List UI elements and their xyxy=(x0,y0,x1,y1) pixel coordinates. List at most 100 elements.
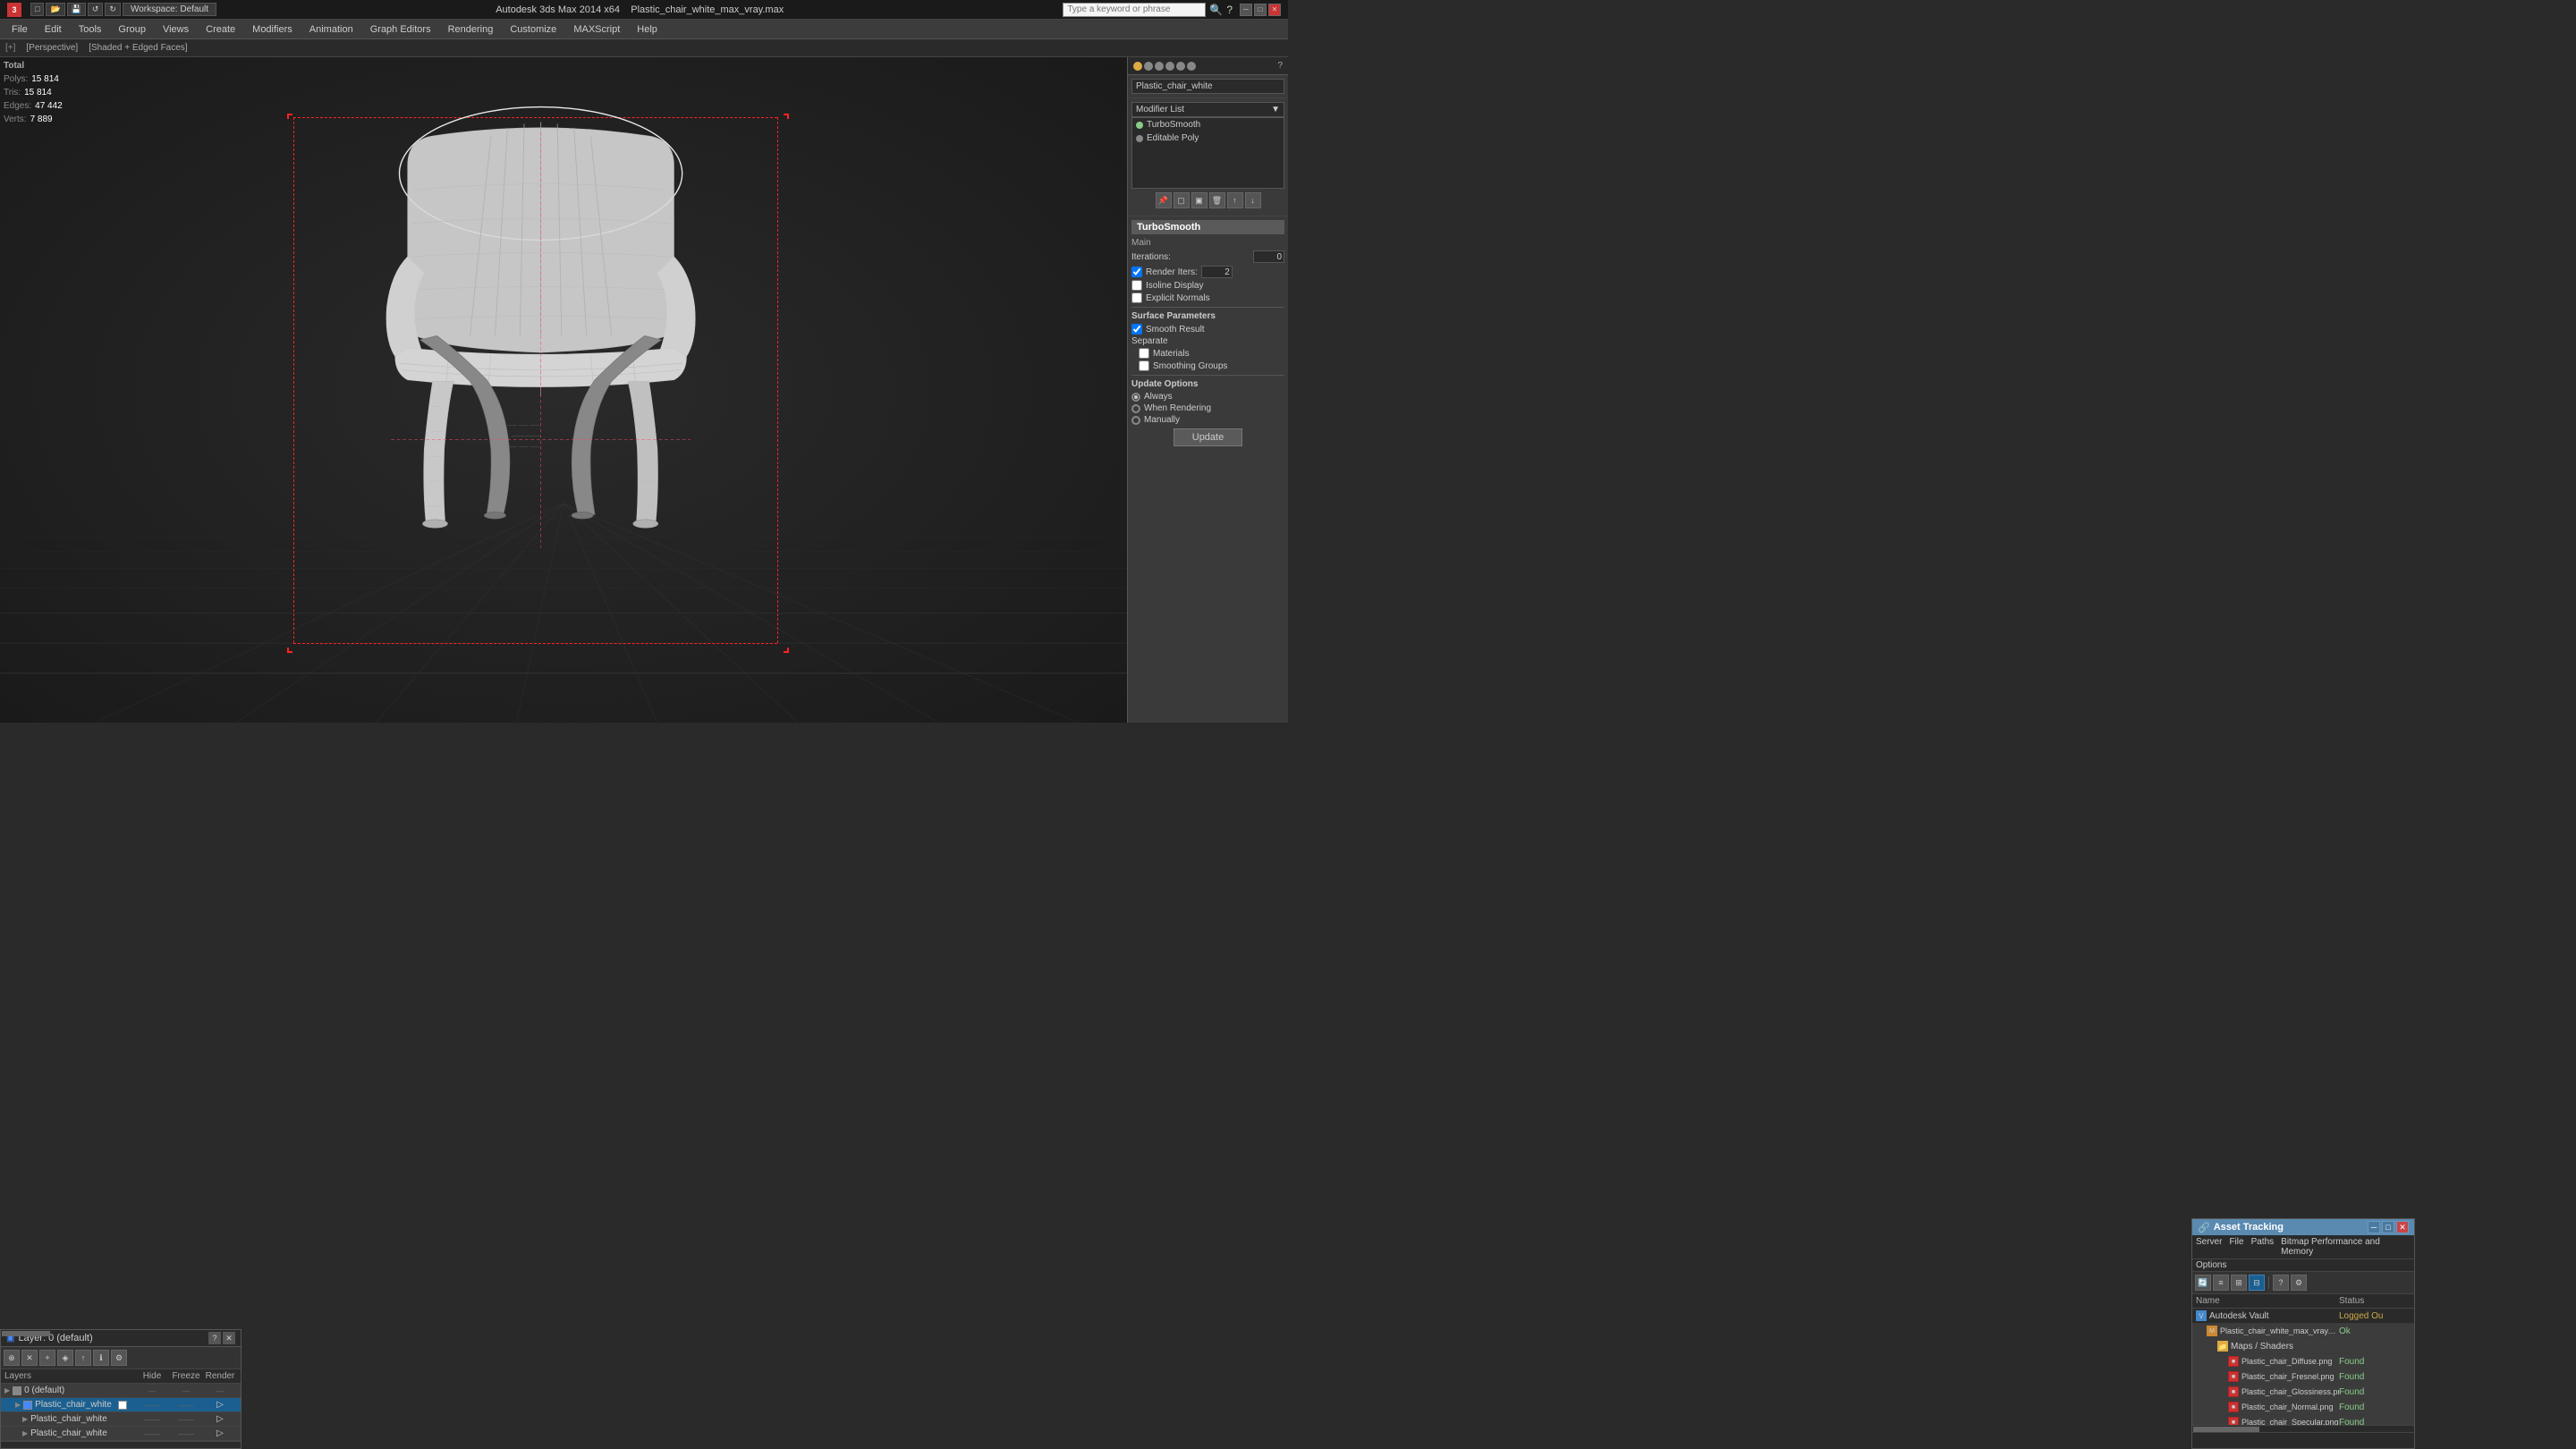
layer-row-1-freeze[interactable]: —— xyxy=(169,1401,203,1410)
modifier-editable-poly[interactable]: Editable Poly xyxy=(1132,131,1284,145)
ts-always-radio[interactable] xyxy=(1131,393,1140,402)
asset-tb-list[interactable]: ≡ xyxy=(2213,1275,2229,1291)
maximize-button[interactable]: □ xyxy=(1254,4,1267,16)
menu-maxscript[interactable]: MAXScript xyxy=(565,21,628,38)
ts-isoline-checkbox[interactable] xyxy=(1131,280,1142,291)
asset-tb-help[interactable]: ? xyxy=(2273,1275,2289,1291)
layer-row-2-hide[interactable]: —— xyxy=(135,1415,169,1424)
ts-smooth-result-checkbox[interactable] xyxy=(1131,324,1142,335)
modifier-show-btn[interactable]: ▢ xyxy=(1174,192,1190,208)
minimize-button[interactable]: ─ xyxy=(1240,4,1252,16)
asset-row-vault[interactable]: V Autodesk Vault Logged Ou xyxy=(2192,1309,2414,1324)
menu-views[interactable]: Views xyxy=(155,21,197,38)
layer-row-3-freeze[interactable]: —— xyxy=(169,1429,203,1438)
asset-panel-maximize[interactable]: □ xyxy=(2382,1221,2394,1233)
ts-render-iters-input[interactable] xyxy=(1201,266,1233,278)
asset-menu-options[interactable]: Options xyxy=(2196,1260,2226,1270)
menu-customize[interactable]: Customize xyxy=(502,21,564,38)
asset-panel-close[interactable]: ✕ xyxy=(2396,1221,2409,1233)
modifier-paste-btn[interactable]: ↓ xyxy=(1245,192,1261,208)
menu-help[interactable]: Help xyxy=(629,21,665,38)
layer-add-obj-btn[interactable]: + xyxy=(39,1350,55,1366)
redo-btn[interactable]: ↻ xyxy=(105,3,121,16)
menu-create[interactable]: Create xyxy=(198,21,243,38)
workspace-dropdown[interactable]: Workspace: Default xyxy=(123,3,216,16)
ts-iterations-input[interactable] xyxy=(1253,250,1284,263)
save-btn[interactable]: 💾 xyxy=(67,3,86,16)
menu-graph-editors[interactable]: Graph Editors xyxy=(362,21,439,38)
layer-row-0[interactable]: ▶ 0 (default) — — — xyxy=(1,1384,241,1398)
layer-scrollbar[interactable] xyxy=(1,1441,241,1448)
ts-smoothing-groups-checkbox[interactable] xyxy=(1139,360,1149,371)
asset-scrollbar-h[interactable] xyxy=(2192,1425,2414,1432)
ts-explicit-normals-checkbox[interactable] xyxy=(1131,292,1142,303)
modifier-copy-btn[interactable]: ↑ xyxy=(1227,192,1243,208)
ts-render-iters-checkbox[interactable] xyxy=(1131,267,1142,277)
asset-panel-minimize[interactable]: ─ xyxy=(2368,1221,2380,1233)
menu-group[interactable]: Group xyxy=(110,21,154,38)
modifier-turbosmooth[interactable]: TurboSmooth xyxy=(1132,118,1284,131)
layer-row-2[interactable]: ▶ Plastic_chair_white —— —— ▷ xyxy=(1,1412,241,1427)
menu-tools[interactable]: Tools xyxy=(71,21,110,38)
layer-new-btn[interactable]: ⊕ xyxy=(4,1350,20,1366)
modifier-list-dropdown[interactable]: Modifier List ▼ xyxy=(1131,102,1284,117)
layer-row-0-hide[interactable]: — xyxy=(135,1386,169,1395)
layer-row-2-render[interactable]: ▷ xyxy=(203,1414,237,1424)
modifier-pin-btn[interactable]: 📌 xyxy=(1156,192,1172,208)
object-name-field[interactable]: Plastic_chair_white xyxy=(1131,79,1284,94)
new-btn[interactable]: □ xyxy=(30,3,44,16)
window-controls[interactable]: ─ □ ✕ xyxy=(1240,4,1281,16)
asset-menu-server[interactable]: Server xyxy=(2196,1237,2222,1257)
layer-row-1-hide[interactable]: —— xyxy=(135,1401,169,1410)
layer-row-1[interactable]: ▶ Plastic_chair_white —— —— ▷ xyxy=(1,1398,241,1412)
viewport-3d[interactable]: ── ── ── ────── ── ── ── xyxy=(0,57,1127,723)
layer-options-btn[interactable]: ⚙ xyxy=(111,1350,127,1366)
layer-delete-btn[interactable]: ✕ xyxy=(21,1350,38,1366)
ts-materials-checkbox[interactable] xyxy=(1139,348,1149,359)
viewport-label-perspective[interactable]: [Perspective] xyxy=(26,43,78,53)
layer-row-3-render[interactable]: ▷ xyxy=(203,1428,237,1438)
asset-row-diffuse[interactable]: ■ Plastic_chair_Diffuse.png Found xyxy=(2192,1354,2414,1369)
ts-when-rendering-radio[interactable] xyxy=(1131,404,1140,413)
ts-update-button[interactable]: Update xyxy=(1174,428,1242,446)
ts-manually-radio[interactable] xyxy=(1131,416,1140,425)
asset-row-maps-folder[interactable]: 📁 Maps / Shaders xyxy=(2192,1339,2414,1354)
asset-row-fresnel[interactable]: ■ Plastic_chair_Fresnel.png Found xyxy=(2192,1369,2414,1385)
menu-modifiers[interactable]: Modifiers xyxy=(244,21,301,38)
modifier-show-end-btn[interactable]: ▣ xyxy=(1191,192,1208,208)
title-toolbar-buttons[interactable]: □ 📂 💾 ↺ ↻ Workspace: Default xyxy=(30,3,216,16)
close-button[interactable]: ✕ xyxy=(1268,4,1281,16)
layer-row-3-hide[interactable]: —— xyxy=(135,1429,169,1438)
search-icon[interactable]: 🔍 xyxy=(1209,4,1223,16)
layer-panel-help[interactable]: ? xyxy=(208,1332,221,1344)
asset-row-glossiness[interactable]: ■ Plastic_chair_Glossiness.png Found xyxy=(2192,1385,2414,1400)
layer-row-0-freeze[interactable]: — xyxy=(169,1386,203,1395)
asset-menu-file[interactable]: File xyxy=(2229,1237,2243,1257)
help-btn[interactable]: ? xyxy=(1226,4,1233,16)
asset-tb-settings[interactable]: ⚙ xyxy=(2291,1275,2307,1291)
asset-tb-detail[interactable]: ⊟ xyxy=(2249,1275,2265,1291)
menu-animation[interactable]: Animation xyxy=(301,21,361,38)
viewport-label-shading[interactable]: [Shaded + Edged Faces] xyxy=(89,43,187,53)
asset-tb-refresh[interactable]: 🔄 xyxy=(2195,1275,2211,1291)
layer-move-btn[interactable]: ↑ xyxy=(75,1350,91,1366)
layer-select-btn[interactable]: ◈ xyxy=(57,1350,73,1366)
panel-icon-help[interactable]: ? xyxy=(1277,61,1283,71)
asset-tb-grid[interactable]: ⊞ xyxy=(2231,1275,2247,1291)
asset-row-normal[interactable]: ■ Plastic_chair_Normal.png Found xyxy=(2192,1400,2414,1415)
open-btn[interactable]: 📂 xyxy=(46,3,64,16)
menu-file[interactable]: File xyxy=(4,21,36,38)
layer-info-btn[interactable]: ℹ xyxy=(93,1350,109,1366)
asset-menu-paths[interactable]: Paths xyxy=(2251,1237,2275,1257)
layer-row-0-render[interactable]: — xyxy=(203,1386,237,1395)
layer-panel-close[interactable]: ✕ xyxy=(223,1332,235,1344)
layer-row-1-render[interactable]: ▷ xyxy=(203,1400,237,1410)
asset-row-max-file[interactable]: M Plastic_chair_white_max_vray.max Ok xyxy=(2192,1324,2414,1339)
menu-edit[interactable]: Edit xyxy=(37,21,70,38)
modifier-del-btn[interactable]: 🗑 xyxy=(1209,192,1225,208)
layer-row-3[interactable]: ▶ Plastic_chair_white —— —— ▷ xyxy=(1,1427,241,1441)
asset-menu-bitmap[interactable]: Bitmap Performance and Memory xyxy=(2281,1237,2411,1257)
search-input[interactable] xyxy=(1063,3,1206,17)
menu-rendering[interactable]: Rendering xyxy=(440,21,502,38)
undo-btn[interactable]: ↺ xyxy=(88,3,104,16)
